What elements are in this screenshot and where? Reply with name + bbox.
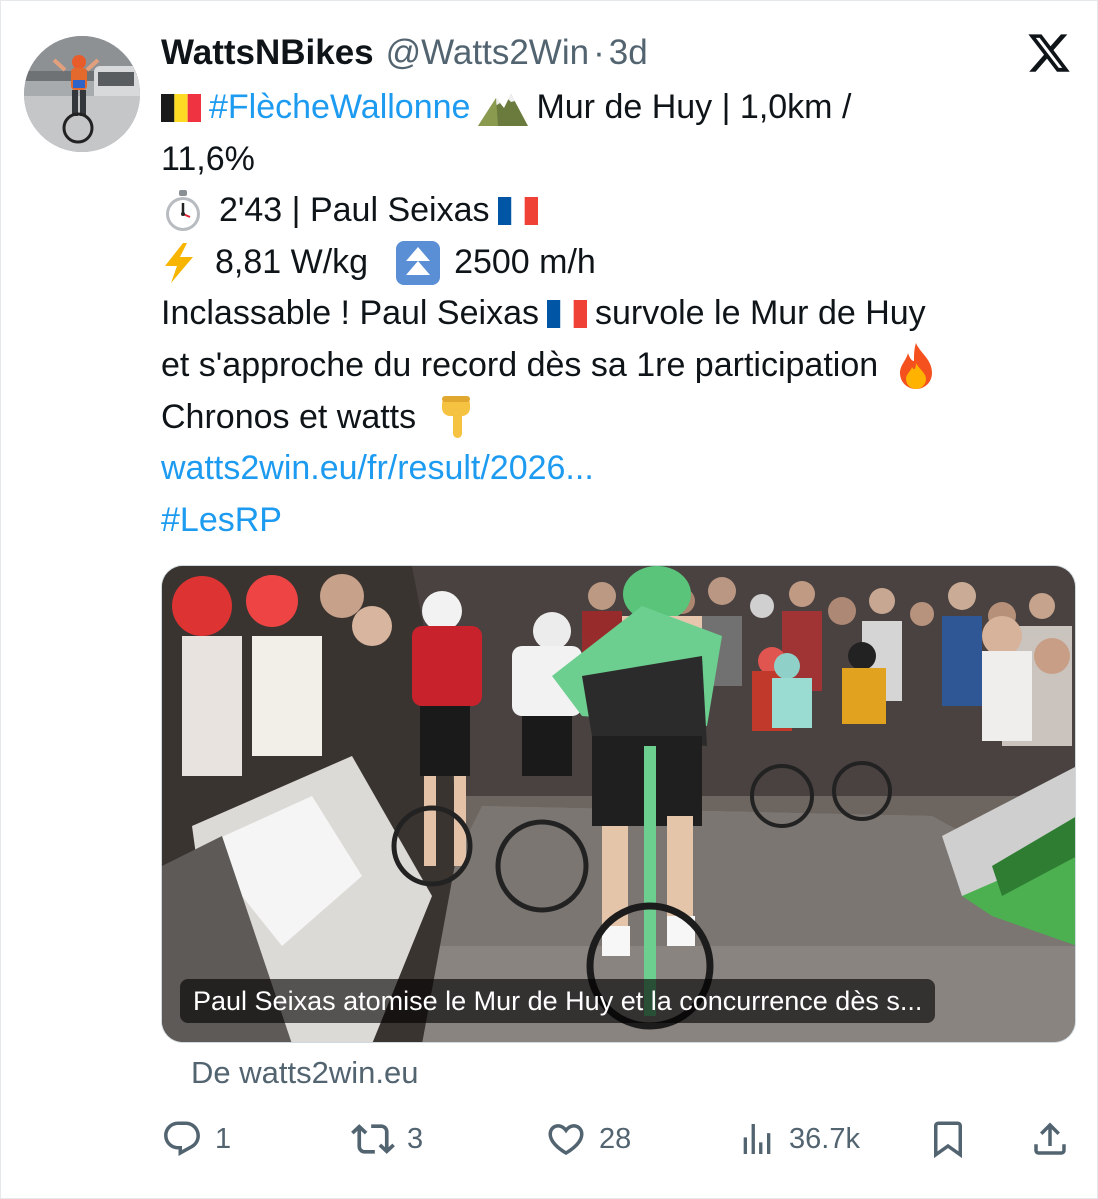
hashtag-lesrp[interactable]: #LesRP	[161, 495, 282, 547]
mur-de-huy-text: Mur de Huy | 1,0km /	[536, 88, 852, 126]
result-link[interactable]: watts2win.eu/fr/result/2026...	[161, 443, 594, 495]
reply-button[interactable]: 1	[161, 1116, 231, 1162]
belgium-flag-icon	[161, 93, 201, 122]
separator-dot: ·	[593, 33, 605, 72]
like-button[interactable]: 28	[545, 1116, 631, 1162]
record-text: et s'approche du record dès sa 1re parti…	[161, 345, 879, 384]
survole-text: survole le Mur de Huy	[594, 294, 926, 333]
double-up-arrow-icon	[396, 240, 441, 285]
mountain-icon	[478, 90, 529, 126]
france-flag-icon	[497, 196, 538, 225]
tweet-line-7: Chronos et watts	[161, 392, 1076, 444]
tweet-line-hashtag: #LesRP	[161, 495, 1076, 547]
time-and-rider-text: 2'43 | Paul Seixas	[219, 191, 490, 230]
power-text: 8,81 W/kg	[215, 242, 369, 281]
inclassable-text: Inclassable ! Paul Seixas	[161, 294, 539, 333]
tweet-line-1: #FlècheWallonne Mur de Huy | 1,0km /	[161, 82, 1076, 134]
media-card[interactable]: Paul Seixas atomise le Mur de Huy et la …	[161, 565, 1076, 1043]
action-bar: 1 3 28 36.7k	[161, 1116, 1076, 1162]
stopwatch-icon	[161, 189, 205, 233]
card-source[interactable]: De watts2win.eu	[191, 1055, 418, 1091]
france-flag-icon	[546, 300, 587, 329]
lightning-icon	[161, 242, 197, 283]
x-logo-icon[interactable]	[1026, 30, 1072, 76]
pointing-down-hand-icon	[438, 394, 476, 440]
timestamp[interactable]: 3d	[609, 33, 648, 73]
reply-count: 1	[215, 1122, 232, 1155]
repost-count: 3	[407, 1122, 424, 1155]
share-button[interactable]	[1029, 1116, 1083, 1162]
like-count: 28	[599, 1122, 632, 1155]
video-caption: Paul Seixas atomise le Mur de Huy et la …	[180, 979, 936, 1023]
view-count: 36.7k	[789, 1122, 860, 1155]
tweet-line-3: 2'43 | Paul Seixas	[161, 185, 1076, 237]
analytics-icon	[743, 1124, 771, 1154]
bookmark-button[interactable]	[927, 1116, 981, 1162]
tweet-header: WattsNBikes @Watts2Win · 3d	[161, 30, 648, 76]
heart-icon	[548, 1124, 584, 1156]
hashtag-flechewallonne[interactable]: #FlècheWallonne	[209, 82, 470, 134]
tweet-text: #FlècheWallonne Mur de Huy | 1,0km / 11,…	[161, 82, 1076, 546]
tweet-line-5: Inclassable ! Paul Seixas survole le Mur…	[161, 288, 1076, 340]
user-handle[interactable]: @Watts2Win	[386, 33, 589, 73]
chronos-text: Chronos et watts	[161, 397, 417, 436]
views-button[interactable]: 36.7k	[737, 1116, 860, 1162]
repost-button[interactable]: 3	[351, 1116, 423, 1162]
bookmark-icon	[934, 1121, 962, 1159]
gradient-text: 11,6%	[161, 139, 255, 178]
tweet-line-4: 8,81 W/kg 2500 m/h	[161, 237, 1076, 289]
tweet-line-link: watts2win.eu/fr/result/2026...	[161, 443, 1076, 495]
fire-icon	[896, 342, 936, 389]
display-name[interactable]: WattsNBikes	[161, 33, 374, 73]
tweet-line-6: et s'approche du record dès sa 1re parti…	[161, 340, 1076, 392]
avatar[interactable]	[24, 36, 140, 152]
vam-text: 2500 m/h	[454, 242, 596, 281]
share-icon	[1034, 1122, 1066, 1155]
race-photo	[162, 566, 1075, 1042]
reply-icon	[164, 1121, 200, 1156]
repost-icon	[351, 1124, 395, 1154]
tweet-line-2: 11,6%	[161, 134, 1076, 186]
